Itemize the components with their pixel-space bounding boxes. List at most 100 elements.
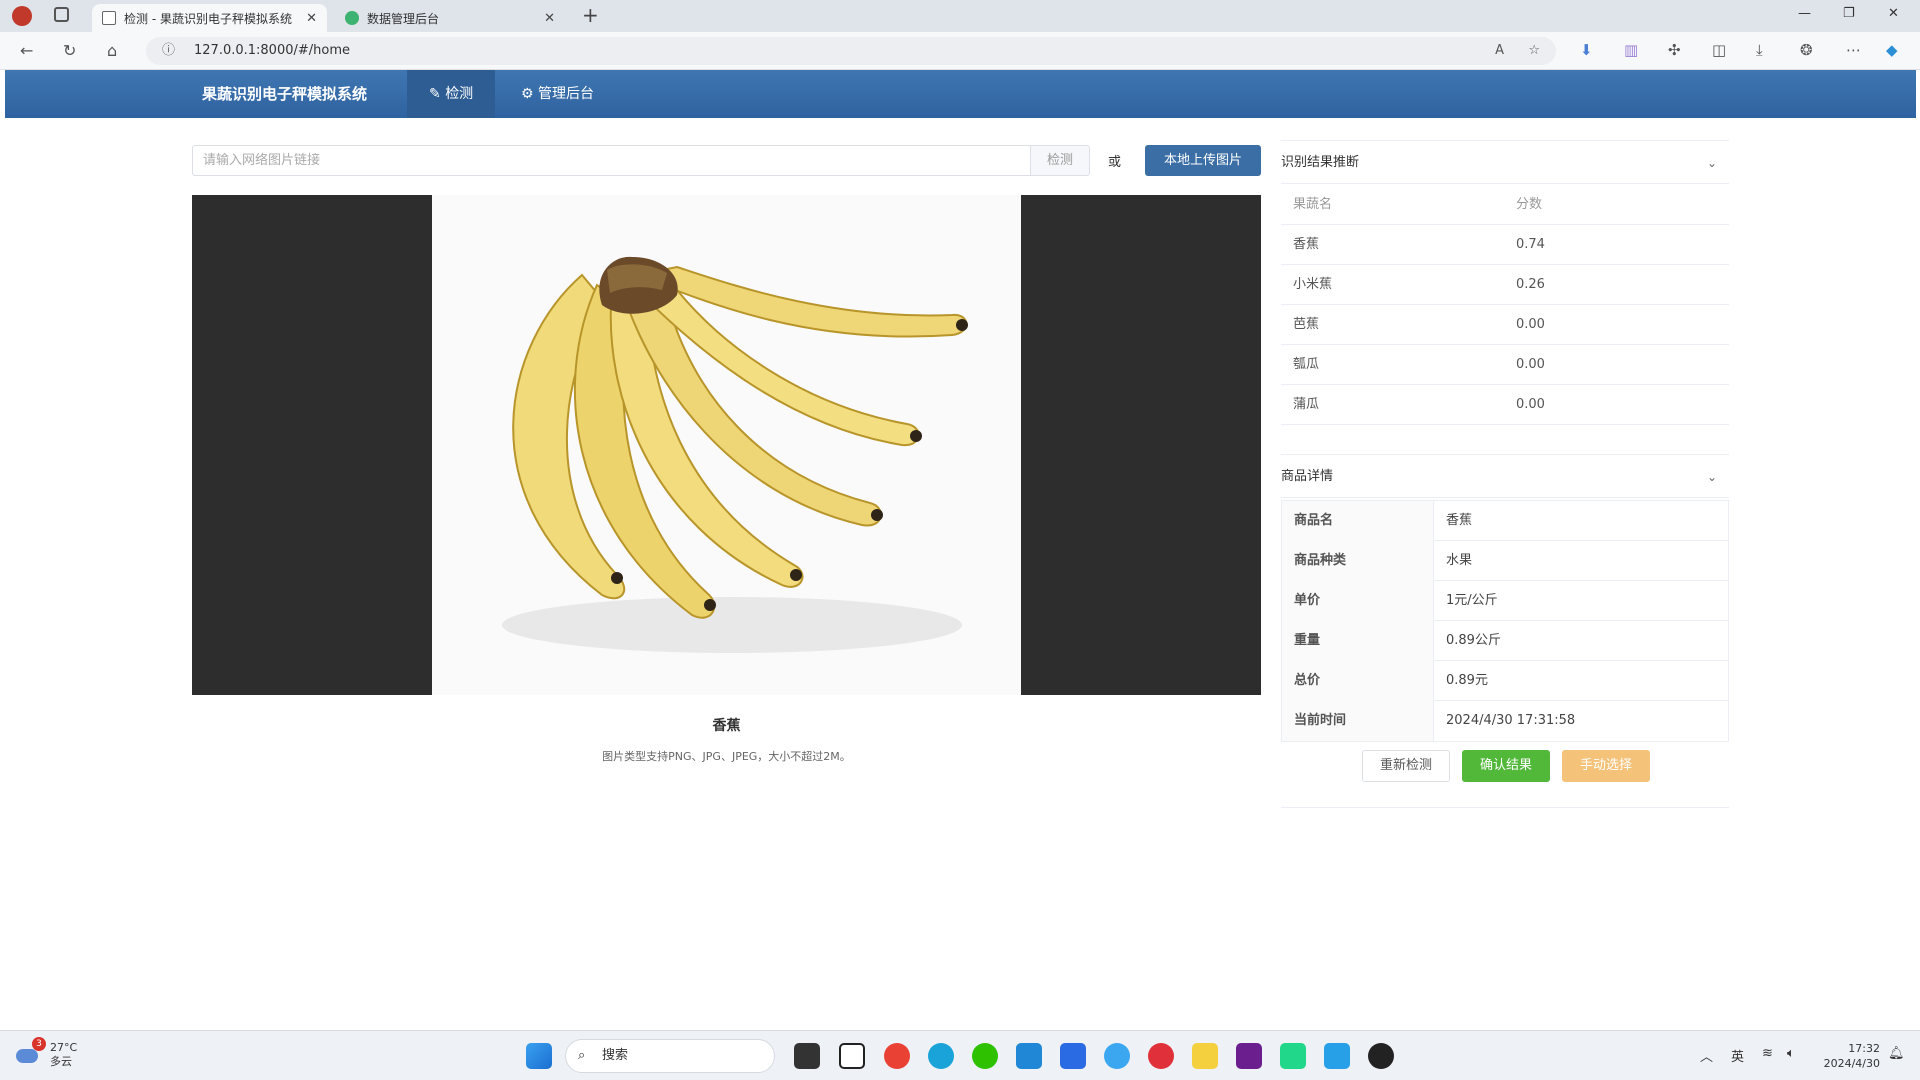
page-icon	[102, 11, 116, 25]
taskbar-search[interactable]: ⌕ 搜索	[565, 1039, 775, 1073]
cloud-icon	[16, 1049, 38, 1063]
table-row[interactable]: 瓠瓜 0.00	[1281, 345, 1729, 385]
detail-value: 2024/4/30 17:31:58	[1446, 713, 1576, 728]
read-aloud-icon[interactable]: A	[1495, 37, 1504, 65]
details-table: 商品名 香蕉 商品种类 水果 单价 1元/公斤 重量 0.89公斤 总价 0.8…	[1281, 500, 1729, 742]
back-icon[interactable]: ←	[20, 41, 33, 60]
ime-indicator[interactable]: 英	[1731, 1046, 1744, 1065]
sticky-notes-icon[interactable]	[1192, 1043, 1218, 1069]
detail-row: 重量 0.89公斤	[1282, 621, 1728, 661]
result-section-header[interactable]: 识别结果推断 ⌄	[1281, 140, 1729, 184]
table-row[interactable]: 小米蕉 0.26	[1281, 265, 1729, 305]
image-url-input[interactable]: 请输入网络图片链接	[192, 145, 1030, 176]
jetbrains-icon[interactable]	[1236, 1043, 1262, 1069]
fruit-score: 0.00	[1516, 397, 1545, 412]
reload-icon[interactable]: ↻	[63, 41, 76, 60]
nav-detect-label: 检测	[445, 86, 474, 102]
detail-row: 当前时间 2024/4/30 17:31:58	[1282, 701, 1728, 741]
qq-icon[interactable]	[1104, 1043, 1130, 1069]
weather-badge: 3	[32, 1037, 46, 1051]
nav-admin[interactable]: ⚙ 管理后台	[499, 70, 616, 118]
new-tab-icon[interactable]: +	[582, 3, 599, 27]
github-icon[interactable]	[1368, 1043, 1394, 1069]
table-header-row: 果蔬名 分数	[1281, 185, 1729, 225]
fruit-name: 香蕉	[1293, 237, 1320, 252]
edge-icon[interactable]	[928, 1043, 954, 1069]
home-icon[interactable]: ⌂	[107, 41, 117, 60]
detail-value: 0.89元	[1446, 673, 1488, 688]
detect-button[interactable]: 检测	[1030, 145, 1090, 176]
copilot-icon[interactable]: ◆	[1886, 41, 1898, 59]
workspaces-icon[interactable]	[54, 7, 69, 22]
detail-row: 商品名 香蕉	[1282, 501, 1728, 541]
tab-label: 检测 - 果蔬识别电子秤模拟系统	[124, 11, 292, 26]
close-tab-icon[interactable]: ✕	[544, 11, 555, 26]
nav-detect[interactable]: ✎ 检测	[407, 70, 496, 118]
chevron-down-icon[interactable]: ⌄	[1707, 455, 1717, 499]
site-info-icon[interactable]: ⓘ	[162, 37, 175, 65]
detail-key: 重量	[1282, 621, 1434, 661]
wifi-icon[interactable]: ≋	[1762, 1046, 1773, 1061]
app-brand[interactable]: 果蔬识别电子秤模拟系统	[202, 70, 367, 118]
col-name-header: 果蔬名	[1293, 197, 1333, 212]
chrome-icon[interactable]	[884, 1043, 910, 1069]
upload-hint: 图片类型支持PNG、JPG、JPEG，大小不超过2M。	[602, 750, 851, 763]
table-row[interactable]: 芭蕉 0.00	[1281, 305, 1729, 345]
detail-key: 商品名	[1282, 501, 1434, 541]
url-field[interactable]: ⓘ 127.0.0.1:8000/#/home A ☆	[146, 37, 1556, 65]
details-section-title: 商品详情	[1281, 469, 1334, 484]
close-tab-icon[interactable]: ✕	[306, 11, 317, 26]
notion-icon[interactable]	[839, 1043, 865, 1069]
url-text: 127.0.0.1:8000/#/home	[194, 43, 350, 58]
col-score-header: 分数	[1516, 197, 1543, 212]
notification-icon[interactable]: 🔔︎	[1888, 1046, 1905, 1061]
address-bar-row: ← ↻ ⌂ ⓘ 127.0.0.1:8000/#/home A ☆ ⬇ ▥ ✣ …	[0, 32, 1920, 70]
upload-image-button[interactable]: 本地上传图片	[1145, 145, 1261, 176]
app-icon[interactable]	[1324, 1043, 1350, 1069]
pycharm-icon[interactable]	[1280, 1043, 1306, 1069]
settings-icon: ⚙	[521, 86, 534, 102]
fruit-score: 0.74	[1516, 237, 1545, 252]
manual-select-button[interactable]: 手动选择	[1562, 750, 1650, 782]
site-icon	[345, 11, 359, 25]
clock[interactable]: 17:32 2024/4/30	[1810, 1041, 1880, 1071]
redetect-button[interactable]: 重新检测	[1362, 750, 1450, 782]
downloads-icon[interactable]: ⤓	[1756, 41, 1763, 59]
netease-music-icon[interactable]	[1148, 1043, 1174, 1069]
or-label: 或	[1108, 155, 1122, 170]
restore-icon[interactable]: ❐	[1843, 6, 1855, 21]
fruit-name: 芭蕉	[1293, 317, 1320, 332]
favorite-icon[interactable]: ☆	[1528, 37, 1540, 65]
feishu-icon[interactable]	[1060, 1043, 1086, 1069]
detail-row: 总价 0.89元	[1282, 661, 1728, 701]
extensions-icon[interactable]: ✣	[1668, 41, 1681, 59]
reading-icon[interactable]: ▥	[1624, 41, 1638, 59]
download-shield-icon[interactable]: ⬇	[1580, 41, 1593, 59]
tray-chevron-icon[interactable]: ︿	[1700, 1046, 1713, 1065]
table-row[interactable]: 香蕉 0.74	[1281, 225, 1729, 265]
fruit-score: 0.00	[1516, 357, 1545, 372]
fruit-name: 瓠瓜	[1293, 357, 1320, 372]
more-icon[interactable]: ⋯	[1846, 41, 1861, 59]
split-screen-icon[interactable]: ◫	[1712, 41, 1726, 59]
details-section-header[interactable]: 商品详情 ⌄	[1281, 454, 1729, 498]
detail-key: 商品种类	[1282, 541, 1434, 581]
collections-icon[interactable]: ❂	[1800, 41, 1813, 59]
wechat-icon[interactable]	[972, 1043, 998, 1069]
tab-detect[interactable]: 检测 - 果蔬识别电子秤模拟系统 ✕	[92, 4, 327, 32]
confirm-result-button[interactable]: 确认结果	[1462, 750, 1550, 782]
start-icon[interactable]	[526, 1043, 552, 1069]
chevron-down-icon[interactable]: ⌄	[1707, 141, 1717, 185]
volume-icon[interactable]: 🔈︎	[1787, 1046, 1795, 1061]
detail-key: 总价	[1282, 661, 1434, 701]
weather-desc: 多云	[50, 1055, 72, 1068]
tab-admin[interactable]: 数据管理后台 ✕	[335, 4, 565, 32]
search-icon: ⌕	[578, 1048, 586, 1063]
minimize-icon[interactable]: —	[1798, 6, 1811, 21]
profile-icon[interactable]	[12, 6, 32, 26]
leaf-icon: ✎	[429, 86, 441, 102]
vscode-icon[interactable]	[1016, 1043, 1042, 1069]
close-window-icon[interactable]: ✕	[1888, 6, 1899, 21]
table-row[interactable]: 蒲瓜 0.00	[1281, 385, 1729, 425]
file-explorer-icon[interactable]	[794, 1043, 820, 1069]
